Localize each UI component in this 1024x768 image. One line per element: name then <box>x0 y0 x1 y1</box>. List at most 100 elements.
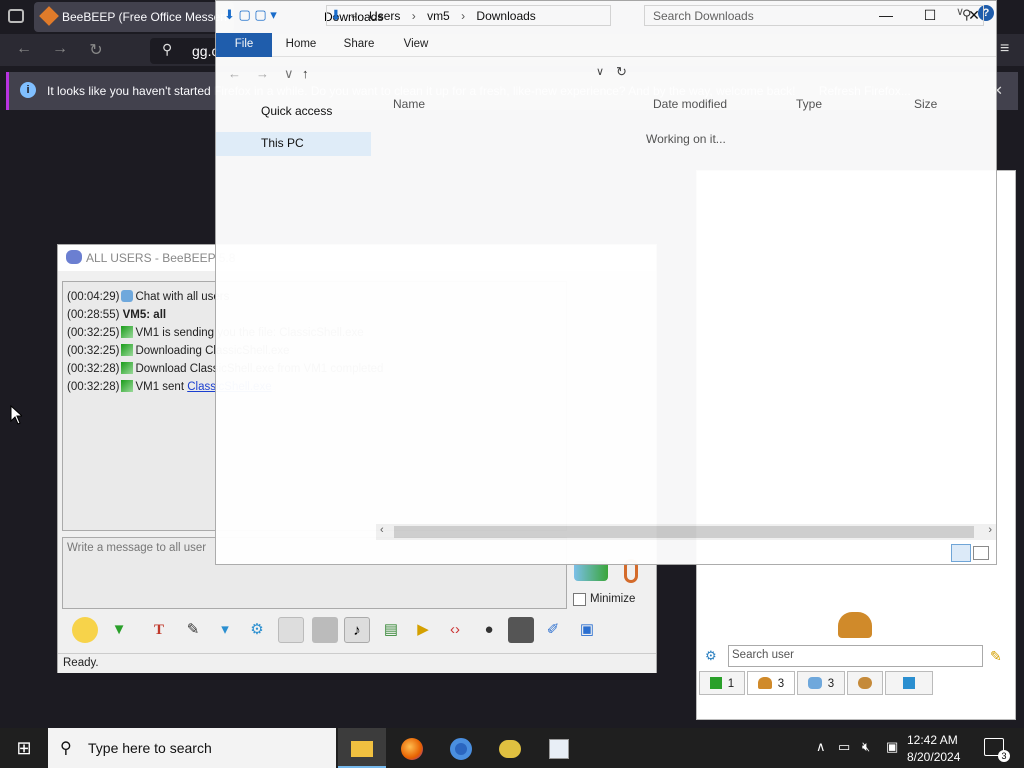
users-tab-icon <box>757 677 772 689</box>
loading-status: Working on it... <box>646 132 726 146</box>
minimize-checkbox[interactable] <box>573 593 586 606</box>
message-text: VM1 sent <box>135 381 188 393</box>
tab-count: 3 <box>827 678 835 690</box>
status-bar: Ready. <box>58 653 656 673</box>
notification-badge: 3 <box>998 750 1010 762</box>
screenshot-icon[interactable] <box>278 617 304 643</box>
filter-icon[interactable]: ▾ <box>212 617 238 643</box>
save-chat-icon[interactable] <box>508 617 534 643</box>
breadcrumb-separator-icon: › <box>411 9 416 23</box>
send-folder-icon[interactable]: ▶ <box>410 617 436 643</box>
message-time: (00:32:25) <box>67 327 120 339</box>
quick-access-toolbar-icon[interactable]: ⬇ ▢ ▢ ▾ <box>224 7 277 23</box>
message-time: (00:32:28) <box>67 363 120 375</box>
message-time: (00:04:29) <box>67 291 120 303</box>
image-icon[interactable] <box>312 617 338 643</box>
tab-share[interactable]: Share <box>336 33 382 57</box>
menu-icon[interactable]: ≡ <box>1000 40 1009 58</box>
tab-network[interactable] <box>885 671 933 695</box>
edit-icon[interactable]: ✐ <box>540 617 566 643</box>
info-icon: i <box>20 82 36 98</box>
column-name[interactable]: Name <box>393 97 425 111</box>
chat-icon <box>121 290 134 302</box>
reload-icon[interactable]: ↻ <box>86 40 106 60</box>
record-icon[interactable]: ● <box>476 617 502 643</box>
tab-view[interactable]: View <box>396 33 436 57</box>
tab-shares[interactable] <box>847 671 883 695</box>
forward-icon[interactable]: → <box>256 66 269 81</box>
volume-muted-icon[interactable]: 🔇︎ <box>862 739 870 755</box>
groups-tab-icon <box>807 677 822 689</box>
address-dropdown-icon[interactable]: ∨ <box>596 65 604 78</box>
send-file-icon[interactable]: ▤ <box>378 617 404 643</box>
taskbar-search[interactable]: Type here to search <box>48 728 336 768</box>
save-icon[interactable]: ▣ <box>574 617 600 643</box>
mouse-cursor-icon <box>10 404 24 425</box>
back-icon[interactable]: ← <box>14 40 34 58</box>
forward-icon[interactable]: → <box>50 40 70 58</box>
recent-locations-icon[interactable]: ∨ <box>284 66 294 82</box>
up-icon[interactable]: ↑ <box>302 66 309 81</box>
users-tab-bar: 1 3 3 <box>697 671 1015 695</box>
tab-users[interactable]: 3 <box>747 671 795 695</box>
arrow-down-icon[interactable]: ▼ <box>106 617 132 643</box>
scrollbar-thumb[interactable] <box>394 526 974 538</box>
search-user-icon: ⚙ <box>705 648 717 663</box>
tab-count: 1 <box>727 678 735 690</box>
users-avatar-icon <box>838 612 872 638</box>
breadcrumb-users[interactable]: Users <box>369 9 400 23</box>
search-icon: ⚲ <box>60 740 72 757</box>
nav-quick-access[interactable]: Quick access <box>261 104 332 118</box>
beebeep-taskbar-icon[interactable] <box>486 728 534 768</box>
taskbar: ⊞ Type here to search ⚲ ∧ ▭ 🔇︎ ▣ 12:42 A… <box>0 728 1024 768</box>
refresh-icon[interactable]: ↻ <box>616 64 627 80</box>
file-transfer-icon <box>121 380 134 392</box>
url-bar[interactable]: gg.c <box>150 38 220 64</box>
emoticon-icon[interactable] <box>72 617 98 643</box>
nav-this-pc[interactable]: This PC <box>261 136 304 150</box>
network-icon[interactable]: ▭ <box>838 739 850 755</box>
network-tab-icon <box>903 677 915 689</box>
browser-tab[interactable]: BeeBEEP (Free Office Messen <box>34 2 234 32</box>
column-size[interactable]: Size <box>914 97 937 111</box>
large-icons-view-icon[interactable] <box>973 546 989 560</box>
search-user-input[interactable]: Search user <box>728 645 983 667</box>
column-date-modified[interactable]: Date modified <box>653 97 727 111</box>
breadcrumb-downloads[interactable]: Downloads <box>476 9 535 23</box>
music-icon[interactable]: ♪ <box>344 617 370 643</box>
view-buttons <box>951 544 991 562</box>
breadcrumb-separator-icon: › <box>461 9 466 23</box>
chrome-taskbar-icon[interactable] <box>437 728 485 768</box>
pen-icon[interactable]: ✎ <box>180 617 206 643</box>
message-text: VM5: all <box>122 309 167 321</box>
tab-list-icon[interactable] <box>8 9 24 23</box>
display-icon[interactable]: ▣ <box>886 739 898 755</box>
font-icon[interactable]: T <box>146 617 172 643</box>
package-taskbar-icon[interactable] <box>535 728 583 768</box>
file-transfer-icon <box>121 326 134 338</box>
tab-chats[interactable]: 1 <box>699 671 745 695</box>
clear-search-icon[interactable]: ✎ <box>990 648 1002 665</box>
gear-icon[interactable]: ⚙ <box>244 617 270 643</box>
windows-start-icon[interactable]: ⊞ <box>0 728 48 768</box>
column-headers: Name Date modified Type Size <box>216 93 996 115</box>
clock-time[interactable]: 12:42 AM <box>907 733 958 747</box>
show-hidden-icons-icon[interactable]: ∧ <box>816 739 826 755</box>
breadcrumb-vm5[interactable]: vm5 <box>427 9 450 23</box>
file-explorer-taskbar-icon[interactable] <box>338 728 386 768</box>
scroll-right-icon[interactable]: › <box>988 524 992 536</box>
clock-date[interactable]: 8/20/2024 <box>907 750 960 764</box>
back-icon[interactable]: ← <box>228 66 241 81</box>
search-input[interactable]: Search Downloads <box>644 5 984 26</box>
tab-home[interactable]: Home <box>278 33 324 57</box>
tab-file[interactable]: File <box>216 33 272 57</box>
column-type[interactable]: Type <box>796 97 822 111</box>
tab-groups[interactable]: 3 <box>797 671 845 695</box>
shares-tab-icon <box>858 677 872 689</box>
details-view-icon[interactable] <box>951 544 971 562</box>
scroll-left-icon[interactable]: ‹ <box>380 524 384 536</box>
firefox-taskbar-icon[interactable] <box>388 728 436 768</box>
html-icon[interactable]: ‹› <box>442 617 468 643</box>
file-explorer-window: ⬇ ▢ ▢ ▾ Downloads — ☐ ✕ File Home Share … <box>215 0 997 565</box>
address-bar[interactable]: « Users › vm5 › Downloads <box>326 5 611 26</box>
